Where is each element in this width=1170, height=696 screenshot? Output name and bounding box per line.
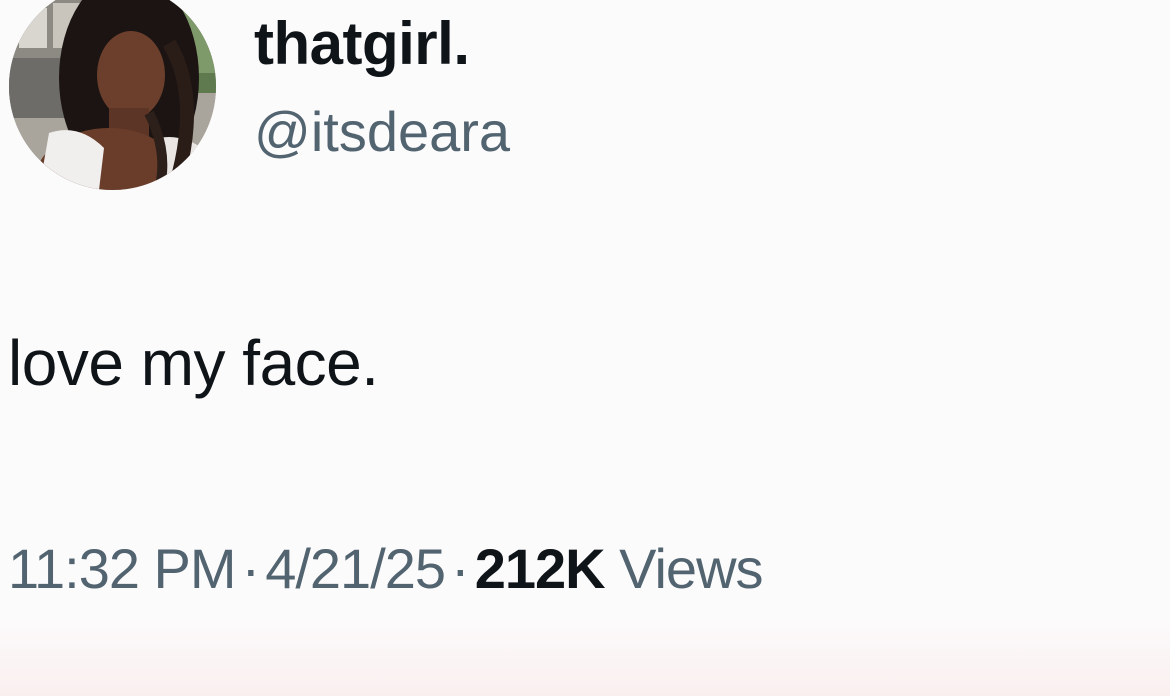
views-label: Views (619, 537, 763, 600)
avatar-photo (9, 0, 216, 190)
display-name[interactable]: thatgirl. (254, 8, 470, 80)
separator: · (241, 537, 261, 600)
tweet: thatgirl. @itsdeara love my face. 11:32 … (0, 0, 1170, 696)
separator: · (451, 537, 470, 600)
tweet-text: love my face. (8, 327, 379, 399)
tweet-date[interactable]: 4/21/25 (265, 537, 446, 600)
bottom-fade (0, 616, 1170, 696)
views-count[interactable]: 212K (475, 537, 606, 600)
tweet-metadata: 11:32 PM · 4/21/25 · 212K Views (8, 533, 764, 605)
user-handle[interactable]: @itsdeara (254, 98, 510, 166)
tweet-time[interactable]: 11:32 PM (8, 537, 237, 600)
avatar[interactable] (9, 0, 216, 190)
